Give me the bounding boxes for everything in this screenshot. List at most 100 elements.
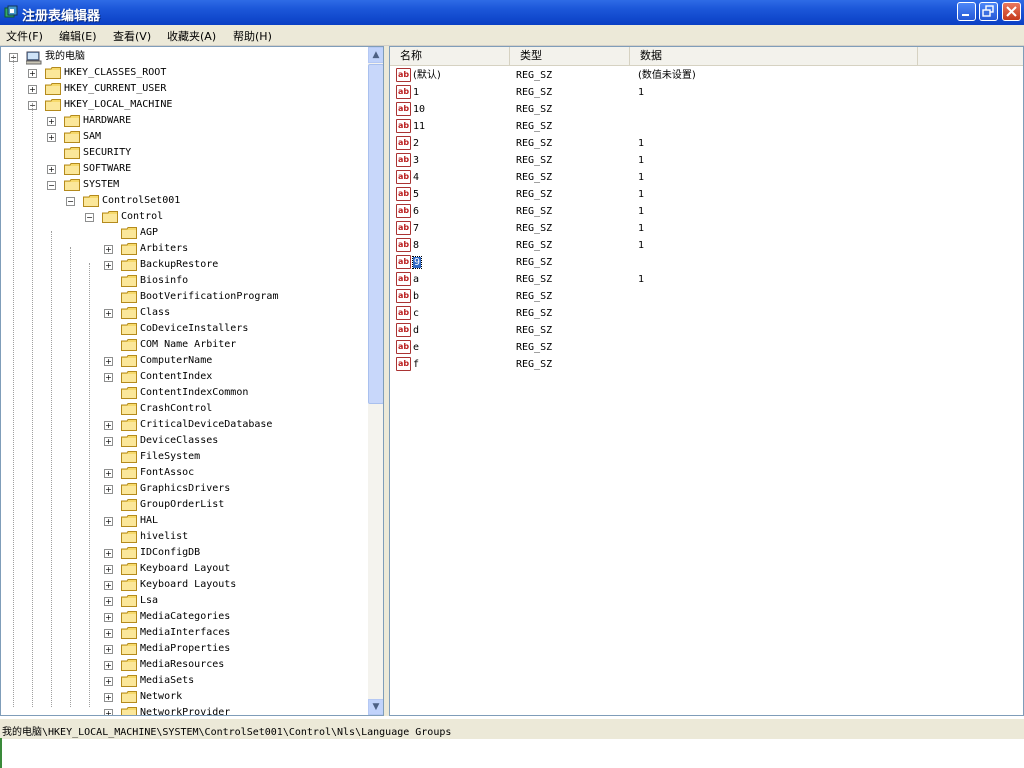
menu-file[interactable]: 文件(F)	[6, 28, 43, 44]
expand-icon[interactable]: +	[104, 629, 113, 638]
menu-view[interactable]: 查看(V)	[113, 28, 151, 44]
expand-icon[interactable]: +	[104, 309, 113, 318]
tree-item[interactable]: Biosinfo	[1, 273, 367, 289]
value-row[interactable]: ab 2 REG_SZ 1	[390, 135, 1023, 152]
value-row[interactable]: ab f REG_SZ	[390, 356, 1023, 373]
value-row[interactable]: ab 7 REG_SZ 1	[390, 220, 1023, 237]
expand-icon[interactable]: +	[104, 421, 113, 430]
tree-item[interactable]: + IDConfigDB	[1, 545, 367, 561]
tree-item[interactable]: + Arbiters	[1, 241, 367, 257]
tree-item[interactable]: + Keyboard Layouts	[1, 577, 367, 593]
tree-item[interactable]: + NetworkProvider	[1, 705, 367, 715]
tree-item[interactable]: − HKEY_LOCAL_MACHINE	[1, 97, 367, 113]
expand-icon[interactable]: +	[28, 69, 37, 78]
minimize-button[interactable]	[957, 2, 976, 21]
expand-icon[interactable]: +	[104, 613, 113, 622]
tree-item[interactable]: + HAL	[1, 513, 367, 529]
expand-icon[interactable]: +	[104, 261, 113, 270]
value-row[interactable]: ab 10 REG_SZ	[390, 101, 1023, 118]
expand-icon[interactable]: +	[47, 165, 56, 174]
tree-item[interactable]: + Lsa	[1, 593, 367, 609]
tree-item[interactable]: GroupOrderList	[1, 497, 367, 513]
tree-item[interactable]: + HARDWARE	[1, 113, 367, 129]
value-row[interactable]: ab 9 REG_SZ	[390, 254, 1023, 271]
tree-item[interactable]: + MediaResources	[1, 657, 367, 673]
tree-item[interactable]: ContentIndexCommon	[1, 385, 367, 401]
tree-item[interactable]: + DeviceClasses	[1, 433, 367, 449]
scroll-down-button[interactable]: ▼	[368, 699, 383, 715]
value-row[interactable]: ab 1 REG_SZ 1	[390, 84, 1023, 101]
tree-item[interactable]: − SYSTEM	[1, 177, 367, 193]
tree-item[interactable]: CrashControl	[1, 401, 367, 417]
tree-item[interactable]: + SAM	[1, 129, 367, 145]
tree-item[interactable]: + FontAssoc	[1, 465, 367, 481]
collapse-icon[interactable]: −	[85, 213, 94, 222]
value-row[interactable]: ab c REG_SZ	[390, 305, 1023, 322]
expand-icon[interactable]: +	[104, 709, 113, 715]
expand-icon[interactable]: +	[104, 245, 113, 254]
tree-item[interactable]: BootVerificationProgram	[1, 289, 367, 305]
value-row[interactable]: ab 8 REG_SZ 1	[390, 237, 1023, 254]
tree-item[interactable]: AGP	[1, 225, 367, 241]
tree-item[interactable]: + Class	[1, 305, 367, 321]
menu-favorites[interactable]: 收藏夹(A)	[167, 28, 216, 44]
expand-icon[interactable]: +	[47, 133, 56, 142]
expand-icon[interactable]: +	[104, 469, 113, 478]
expand-icon[interactable]: +	[104, 645, 113, 654]
expand-icon[interactable]: +	[28, 85, 37, 94]
values-list[interactable]: 名称 类型 数据 ab (默认) REG_SZ (数值未设置) ab 1 REG_SZ 1 ab…	[389, 46, 1024, 716]
expand-icon[interactable]: +	[47, 117, 56, 126]
tree-item[interactable]: − ControlSet001	[1, 193, 367, 209]
expand-icon[interactable]: +	[104, 437, 113, 446]
scroll-up-button[interactable]: ▲	[368, 47, 383, 63]
tree-item[interactable]: + HKEY_CURRENT_USER	[1, 81, 367, 97]
value-row[interactable]: ab 4 REG_SZ 1	[390, 169, 1023, 186]
collapse-icon[interactable]: −	[66, 197, 75, 206]
tree-item[interactable]: + ComputerName	[1, 353, 367, 369]
registry-tree[interactable]: − 我的电脑 + HKEY_CLASSES_ROOT + HKEY_CURRENT_USE…	[0, 46, 384, 716]
tree-item[interactable]: + MediaCategories	[1, 609, 367, 625]
expand-icon[interactable]: +	[104, 565, 113, 574]
expand-icon[interactable]: +	[104, 485, 113, 494]
tree-item[interactable]: + CriticalDeviceDatabase	[1, 417, 367, 433]
column-data[interactable]: 数据	[630, 47, 918, 65]
value-row[interactable]: ab b REG_SZ	[390, 288, 1023, 305]
restore-button[interactable]	[979, 2, 998, 21]
expand-icon[interactable]: +	[104, 597, 113, 606]
tree-item[interactable]: + MediaSets	[1, 673, 367, 689]
tree-scrollbar[interactable]: ▲ ▼	[368, 47, 383, 715]
tree-item[interactable]: + Keyboard Layout	[1, 561, 367, 577]
value-row[interactable]: ab d REG_SZ	[390, 322, 1023, 339]
collapse-icon[interactable]: −	[47, 181, 56, 190]
tree-item[interactable]: CoDeviceInstallers	[1, 321, 367, 337]
column-name[interactable]: 名称	[390, 47, 510, 65]
tree-item[interactable]: + HKEY_CLASSES_ROOT	[1, 65, 367, 81]
tree-item[interactable]: SECURITY	[1, 145, 367, 161]
column-type[interactable]: 类型	[510, 47, 630, 65]
tree-item[interactable]: hivelist	[1, 529, 367, 545]
close-button[interactable]	[1002, 2, 1021, 21]
value-row[interactable]: ab 6 REG_SZ 1	[390, 203, 1023, 220]
menu-help[interactable]: 帮助(H)	[233, 28, 272, 44]
tree-item[interactable]: + MediaInterfaces	[1, 625, 367, 641]
value-row[interactable]: ab 3 REG_SZ 1	[390, 152, 1023, 169]
menu-edit[interactable]: 编辑(E)	[59, 28, 97, 44]
tree-item[interactable]: − Control	[1, 209, 367, 225]
expand-icon[interactable]: +	[104, 581, 113, 590]
tree-item[interactable]: COM Name Arbiter	[1, 337, 367, 353]
value-row[interactable]: ab a REG_SZ 1	[390, 271, 1023, 288]
expand-icon[interactable]: +	[104, 549, 113, 558]
value-row[interactable]: ab e REG_SZ	[390, 339, 1023, 356]
expand-icon[interactable]: +	[104, 517, 113, 526]
tree-item[interactable]: + GraphicsDrivers	[1, 481, 367, 497]
tree-item[interactable]: + SOFTWARE	[1, 161, 367, 177]
value-row[interactable]: ab 5 REG_SZ 1	[390, 186, 1023, 203]
tree-item[interactable]: + ContentIndex	[1, 369, 367, 385]
scroll-thumb[interactable]	[368, 64, 383, 404]
value-row[interactable]: ab 11 REG_SZ	[390, 118, 1023, 135]
expand-icon[interactable]: +	[104, 357, 113, 366]
value-row[interactable]: ab (默认) REG_SZ (数值未设置)	[390, 67, 1023, 84]
expand-icon[interactable]: +	[104, 373, 113, 382]
tree-item[interactable]: − 我的电脑	[1, 49, 367, 65]
tree-item[interactable]: + BackupRestore	[1, 257, 367, 273]
